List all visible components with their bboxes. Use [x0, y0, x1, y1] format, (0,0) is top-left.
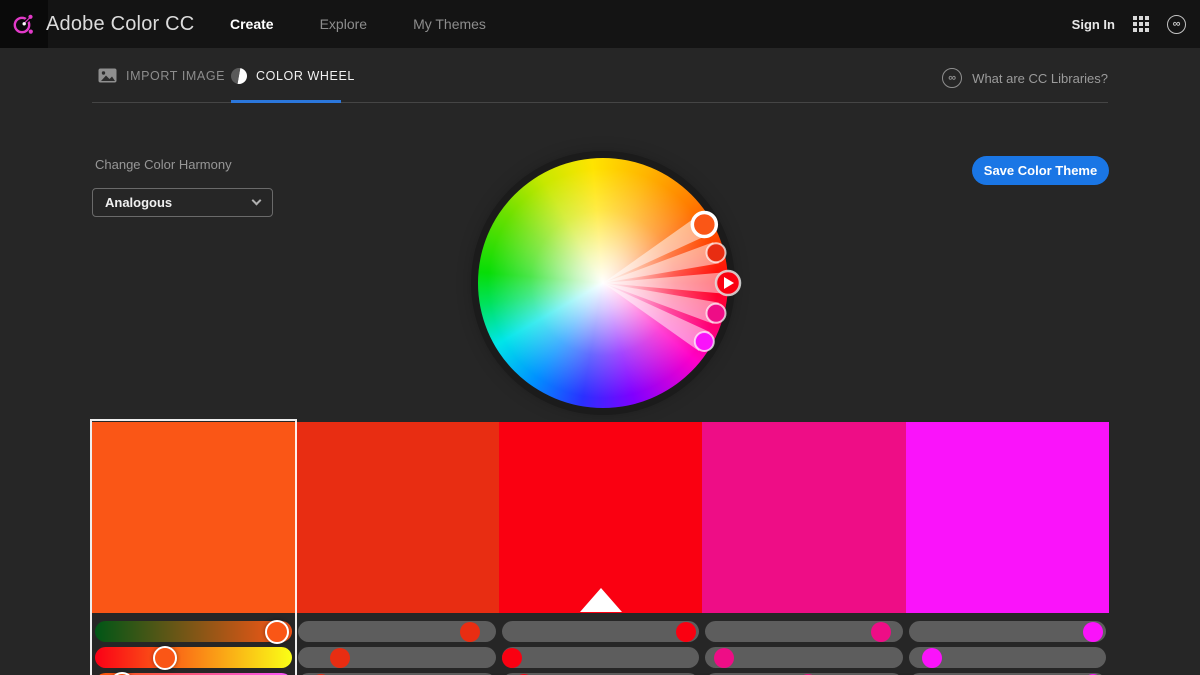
r-slider-handle[interactable]	[265, 620, 289, 644]
page-title: Adobe Color CC	[46, 0, 194, 48]
nav-item-explore[interactable]: Explore	[320, 16, 367, 32]
swatch-3[interactable]	[702, 422, 905, 613]
harmony-selected-value: Analogous	[105, 195, 253, 210]
tab-color-wheel[interactable]: COLOR WHEEL	[231, 68, 355, 84]
g-slider-col0[interactable]	[95, 647, 292, 668]
image-icon	[98, 68, 117, 83]
r-slider-dot-col3[interactable]	[871, 622, 891, 642]
r-slider-col2[interactable]	[502, 621, 699, 642]
r-slider-dot-col2[interactable]	[676, 622, 696, 642]
harmony-label: Change Color Harmony	[95, 157, 232, 172]
header-right: Sign In ∞	[1072, 0, 1186, 48]
swatch-0[interactable]	[92, 422, 295, 613]
g-slider-handle[interactable]	[153, 646, 177, 670]
color-wheel[interactable]	[478, 158, 728, 408]
chevron-down-icon	[252, 196, 262, 206]
tab-wheel-label: COLOR WHEEL	[256, 69, 355, 83]
wheel-marker-2[interactable]	[716, 271, 740, 295]
wheel-marker-4[interactable]	[695, 332, 714, 351]
tab-import-image[interactable]: IMPORT IMAGE	[98, 68, 225, 83]
swatch-4[interactable]	[906, 422, 1109, 613]
r-slider-col4[interactable]	[909, 621, 1106, 642]
r-slider-dot-col4[interactable]	[1083, 622, 1103, 642]
top-nav: Create Explore My Themes	[230, 0, 486, 48]
sign-in-link[interactable]: Sign In	[1072, 17, 1115, 32]
g-slider-dot-col1[interactable]	[330, 648, 350, 668]
swatch-strip	[92, 422, 1109, 613]
g-slider-dot-col4[interactable]	[922, 648, 942, 668]
adobe-color-logo[interactable]	[0, 0, 48, 48]
harmony-dropdown[interactable]: Analogous	[92, 188, 273, 217]
wheel-marker-0[interactable]	[692, 213, 716, 237]
r-slider-dot-col1[interactable]	[460, 622, 480, 642]
nav-item-create[interactable]: Create	[230, 16, 274, 32]
cc-help-text: What are CC Libraries?	[972, 71, 1108, 86]
swatch-1[interactable]	[295, 422, 498, 613]
tab-bar: IMPORT IMAGE COLOR WHEEL ∞ What are CC L…	[0, 48, 1200, 106]
r-slider-col0[interactable]	[95, 621, 292, 642]
cc-libraries-icon: ∞	[942, 68, 962, 88]
color-wheel-tab-icon	[231, 68, 247, 84]
g-slider-dot-col2[interactable]	[502, 648, 522, 668]
color-wheel-logo-icon	[11, 11, 37, 37]
creative-cloud-icon[interactable]: ∞	[1167, 15, 1186, 34]
active-tab-underline	[231, 100, 341, 103]
apps-grid-icon[interactable]	[1133, 16, 1149, 32]
cc-libraries-help[interactable]: ∞ What are CC Libraries?	[942, 68, 1108, 88]
g-slider-dot-col3[interactable]	[714, 648, 734, 668]
wheel-marker-1[interactable]	[707, 243, 726, 262]
save-color-theme-button[interactable]: Save Color Theme	[972, 156, 1109, 185]
base-color-pointer	[580, 588, 622, 612]
adobe-color-app: Adobe Color CC Create Explore My Themes …	[0, 0, 1200, 675]
tab-import-label: IMPORT IMAGE	[126, 69, 225, 83]
swatch-2[interactable]	[499, 422, 702, 613]
nav-item-my-themes[interactable]: My Themes	[413, 16, 486, 32]
g-slider-col2[interactable]	[502, 647, 699, 668]
top-header: Adobe Color CC Create Explore My Themes …	[0, 0, 1200, 48]
g-slider-col3[interactable]	[705, 647, 902, 668]
wheel-marker-3[interactable]	[707, 304, 726, 323]
g-slider-col1[interactable]	[298, 647, 495, 668]
